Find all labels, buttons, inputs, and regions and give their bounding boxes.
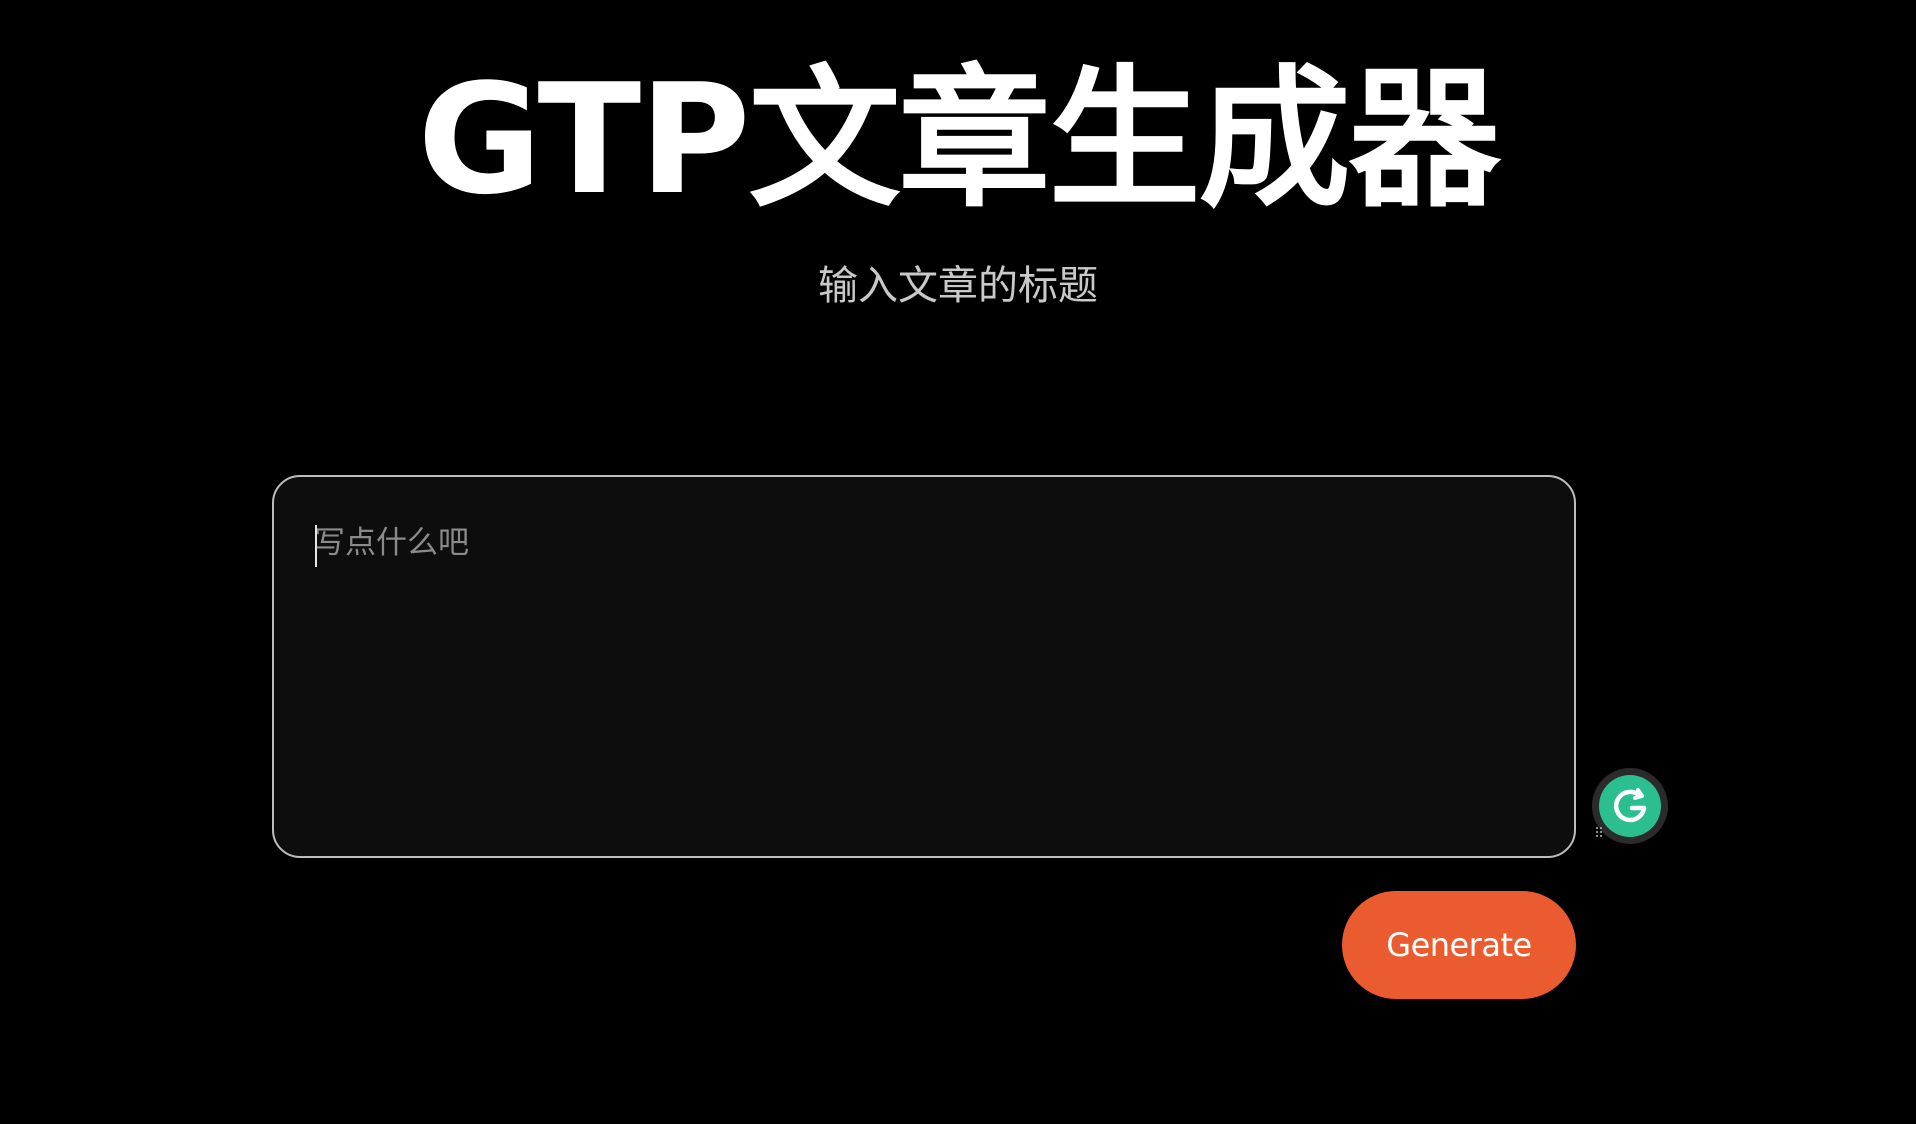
title-input-container <box>272 475 1576 858</box>
grammarly-widget[interactable] <box>1592 768 1668 844</box>
generate-button[interactable]: Generate <box>1342 891 1576 999</box>
grammarly-icon <box>1599 775 1661 837</box>
title-input[interactable] <box>314 521 1514 821</box>
page-title: GTP文章生成器 <box>417 51 1500 228</box>
drag-handle-icon[interactable] <box>1595 826 1603 838</box>
page-subtitle: 输入文章的标题 <box>818 263 1098 309</box>
text-caret <box>315 525 317 567</box>
